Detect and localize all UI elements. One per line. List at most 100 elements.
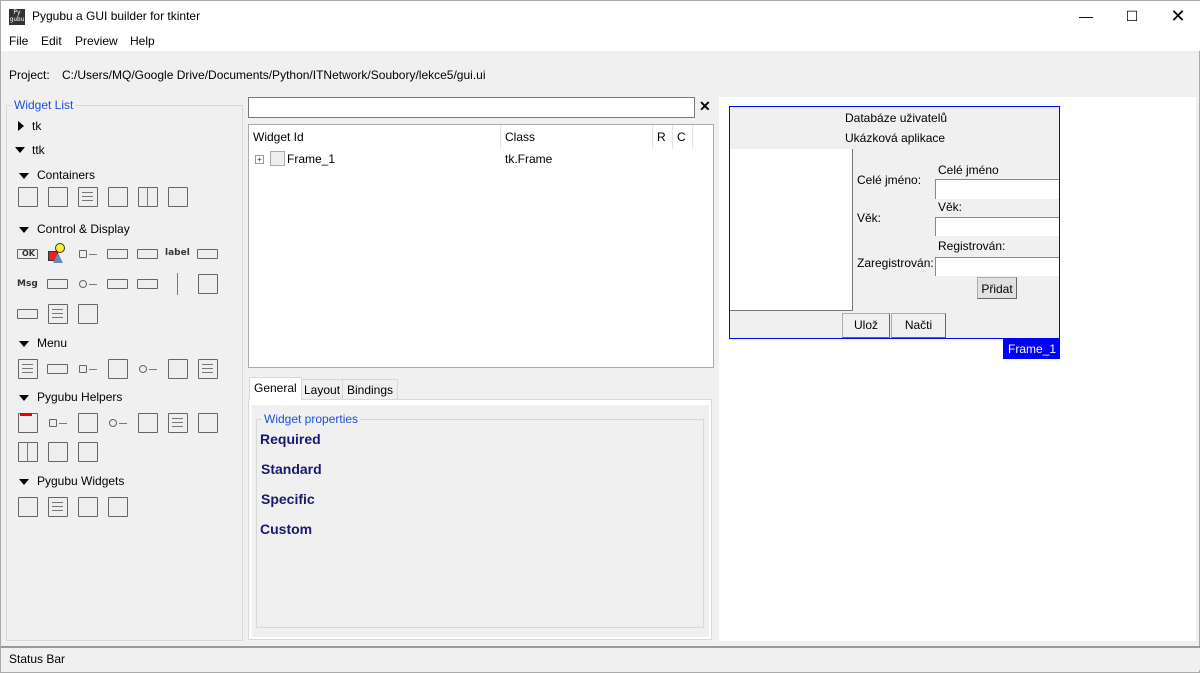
tab-layout[interactable]: Layout <box>299 379 346 400</box>
group-label[interactable]: Control & Display <box>37 222 130 236</box>
collapse-icon[interactable] <box>19 341 29 347</box>
menu-preview[interactable]: Preview <box>75 34 118 48</box>
field-label-age: Věk: <box>857 211 882 225</box>
checkbutton-item-icon[interactable] <box>77 358 99 380</box>
registered-input[interactable] <box>935 257 1059 276</box>
labelframe-icon[interactable] <box>47 186 69 208</box>
field-label-registered: Zaregistrován: <box>857 256 934 270</box>
load-button[interactable]: Načti <box>891 313 946 338</box>
widget-tree[interactable]: Widget Id Class R C + Frame_1 tk.Frame <box>248 124 714 368</box>
column-widget-id[interactable]: Widget Id <box>249 125 501 149</box>
tree-frame-icon[interactable] <box>77 441 99 463</box>
toplevel-frame-icon[interactable] <box>167 186 189 208</box>
toplevel-icon[interactable] <box>17 412 39 434</box>
radiobutton-item-icon[interactable] <box>137 358 159 380</box>
preview-frame[interactable]: Databáze uživatelů Ukázková aplikace Cel… <box>729 106 1060 339</box>
menu-edit[interactable]: Edit <box>41 34 62 48</box>
separator-icon[interactable] <box>167 273 189 295</box>
collapse-icon[interactable] <box>15 147 25 153</box>
scrollbar-frame-icon[interactable] <box>77 186 99 208</box>
column-class[interactable]: Class <box>501 125 653 149</box>
menubutton-icon[interactable] <box>197 243 219 265</box>
maximize-button[interactable]: ☐ <box>1109 1 1155 33</box>
frame-icon <box>270 151 285 166</box>
close-button[interactable]: ✕ <box>1155 1 1200 33</box>
text-frame-icon[interactable] <box>47 496 69 518</box>
menu-list-icon[interactable] <box>197 358 219 380</box>
widget-list-title: Widget List <box>14 98 74 112</box>
collapse-icon[interactable] <box>19 479 29 485</box>
scrollable-icon[interactable] <box>107 496 129 518</box>
message-icon[interactable]: Msg <box>17 273 39 295</box>
scrolled-frame-icon[interactable] <box>47 441 69 463</box>
checkbutton-var-icon[interactable] <box>47 412 69 434</box>
radiobutton-icon[interactable] <box>77 273 99 295</box>
group-label[interactable]: Pygubu Widgets <box>37 474 124 488</box>
status-text: Status Bar <box>9 652 66 666</box>
spinbox-icon[interactable] <box>17 303 39 325</box>
age-input[interactable] <box>935 217 1059 236</box>
text-icon[interactable] <box>47 303 69 325</box>
group-label[interactable]: Containers <box>37 168 95 182</box>
group-label[interactable]: Menu <box>37 336 67 350</box>
caption-age: Věk: <box>938 200 963 214</box>
folder-icon[interactable] <box>197 412 219 434</box>
radiobutton-var-icon[interactable] <box>107 412 129 434</box>
separator-item-icon[interactable] <box>167 358 189 380</box>
tab-general[interactable]: General <box>249 377 302 400</box>
frame-icon[interactable] <box>17 186 39 208</box>
group-tk[interactable]: tk <box>32 119 41 133</box>
expand-icon[interactable] <box>18 121 24 131</box>
collapse-icon[interactable] <box>19 395 29 401</box>
add-button[interactable]: Přidat <box>977 277 1017 299</box>
menu-help[interactable]: Help <box>130 34 155 48</box>
scale-icon[interactable] <box>107 273 129 295</box>
label-icon[interactable]: label <box>165 243 190 265</box>
sizegrip-icon[interactable] <box>197 273 219 295</box>
menu-file[interactable]: File <box>9 34 28 48</box>
caption-name: Celé jméno <box>938 163 999 177</box>
app-logo: Py gubu <box>9 9 25 25</box>
entry-icon[interactable] <box>137 243 159 265</box>
label-image-icon[interactable] <box>47 243 69 265</box>
section-standard[interactable]: Standard <box>261 461 322 477</box>
clear-search-icon[interactable]: ✕ <box>699 98 711 115</box>
scrollbar-icon[interactable] <box>137 273 159 295</box>
window-icon[interactable] <box>17 496 39 518</box>
window-title: Pygubu a GUI builder for tkinter <box>32 9 201 23</box>
listbox-icon[interactable] <box>167 412 189 434</box>
project-label: Project: <box>9 68 50 82</box>
submenu-icon[interactable] <box>47 358 69 380</box>
group-ttk[interactable]: ttk <box>32 143 45 157</box>
command-icon[interactable] <box>77 412 99 434</box>
save-button[interactable]: Ulož <box>842 313 890 338</box>
tab-bindings[interactable]: Bindings <box>342 379 399 400</box>
column-r[interactable]: R <box>653 125 673 149</box>
combobox-icon[interactable] <box>107 243 129 265</box>
separator-icon[interactable] <box>137 412 159 434</box>
progressbar-icon[interactable] <box>47 273 69 295</box>
checkbutton-icon[interactable] <box>77 243 99 265</box>
treeview-icon[interactable] <box>77 303 99 325</box>
expand-icon[interactable]: + <box>255 155 264 164</box>
section-custom[interactable]: Custom <box>260 521 312 537</box>
table-row[interactable]: + Frame_1 tk.Frame <box>249 149 713 169</box>
notebook-icon[interactable] <box>107 186 129 208</box>
collapse-icon[interactable] <box>19 227 29 233</box>
section-specific[interactable]: Specific <box>261 491 315 507</box>
collapse-icon[interactable] <box>19 173 29 179</box>
menu-icon[interactable] <box>17 358 39 380</box>
section-required[interactable]: Required <box>260 431 321 447</box>
user-listbox[interactable] <box>730 149 853 311</box>
button-icon[interactable]: OK <box>17 243 39 265</box>
caption-registered: Registrován: <box>938 239 1006 253</box>
paned-icon[interactable] <box>17 441 39 463</box>
canvas-icon[interactable] <box>77 496 99 518</box>
group-label[interactable]: Pygubu Helpers <box>37 390 122 404</box>
column-c[interactable]: C <box>673 125 693 149</box>
panedwindow-icon[interactable] <box>137 186 159 208</box>
command-item-icon[interactable] <box>107 358 129 380</box>
minimize-button[interactable]: — <box>1063 1 1109 33</box>
name-input[interactable] <box>935 179 1059 199</box>
search-input[interactable] <box>248 97 695 118</box>
